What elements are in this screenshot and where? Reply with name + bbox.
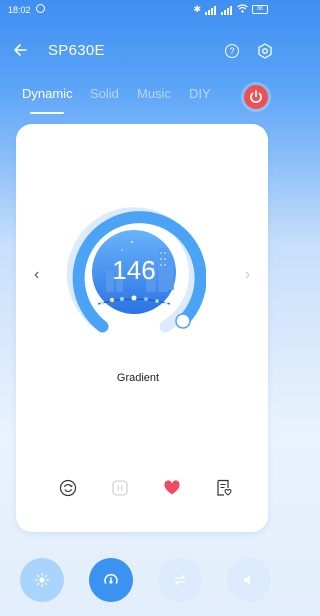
sync-icon — [174, 575, 186, 585]
brightness-icon — [34, 572, 50, 588]
tab-dynamic[interactable]: Dynamic — [22, 86, 73, 101]
volume-icon — [244, 575, 250, 585]
speed-button[interactable] — [89, 558, 133, 602]
help-icon: ? — [229, 46, 235, 56]
dial-knob[interactable] — [175, 313, 191, 329]
tab-solid[interactable]: Solid — [90, 86, 119, 101]
volume-button[interactable] — [227, 558, 271, 602]
pause-button[interactable] — [108, 476, 132, 500]
page-title: SP630E — [48, 42, 105, 59]
active-tab-indicator — [30, 112, 64, 114]
loop-button[interactable] — [56, 476, 80, 500]
tab-music[interactable]: Music — [137, 86, 171, 101]
effect-value: 146 — [112, 255, 156, 285]
clock: 18:02 — [8, 5, 31, 15]
loop-icon — [59, 479, 77, 497]
tab-diy[interactable]: DIY — [189, 86, 211, 101]
pause-icon — [112, 480, 128, 496]
power-button[interactable] — [244, 85, 268, 109]
playlist-edit-icon — [217, 479, 232, 496]
wifi-icon — [237, 4, 248, 15]
brightness-button[interactable] — [20, 558, 64, 602]
power-icon — [250, 90, 262, 103]
bluetooth-icon: ✱ — [193, 4, 201, 14]
mode-tabs: Dynamic Solid Music DIY — [0, 85, 276, 116]
speed-icon — [104, 573, 118, 584]
back-button[interactable] — [10, 40, 30, 60]
hexagon-gear-icon — [258, 43, 272, 59]
bottom-toolbar — [0, 558, 276, 602]
playlist-edit-button[interactable] — [212, 476, 236, 500]
effect-mode-label: Gradient — [116, 372, 160, 384]
arrow-left-icon — [14, 44, 27, 56]
signal-icon — [221, 5, 233, 15]
app-header: SP630E ? — [0, 38, 276, 68]
help-button[interactable]: ? — [225, 44, 239, 58]
whatsapp-icon — [36, 4, 45, 13]
previous-effect-button[interactable]: ‹ — [34, 266, 39, 284]
favorite-button[interactable] — [160, 476, 184, 500]
settings-button[interactable] — [257, 43, 273, 59]
status-icons: ✱ 88 — [193, 4, 268, 15]
next-effect-button[interactable]: › — [245, 266, 250, 284]
sync-button[interactable] — [158, 558, 202, 602]
signal-icon — [205, 5, 217, 15]
status-bar: 18:02 ✱ 88 — [0, 0, 276, 22]
heart-icon — [164, 480, 180, 495]
effect-actions — [0, 476, 276, 500]
battery-icon: 88 — [252, 5, 268, 14]
